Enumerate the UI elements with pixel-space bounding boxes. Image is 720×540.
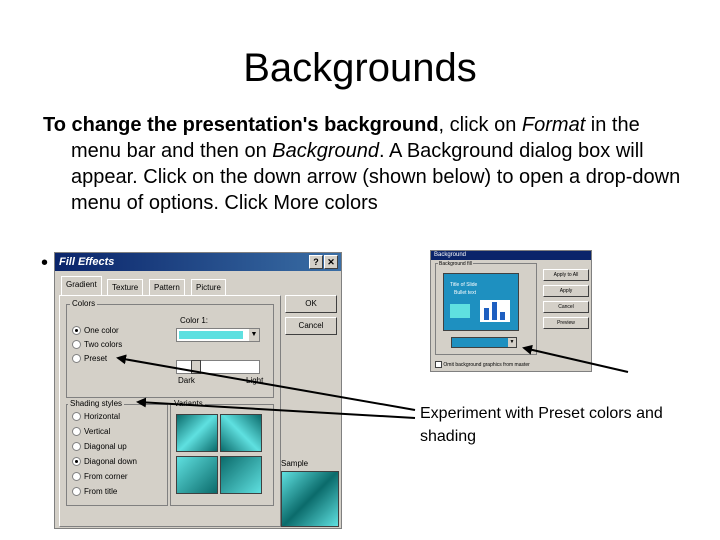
arrow-to-preset	[116, 354, 416, 411]
arrow-to-dropdown	[522, 344, 629, 373]
annotation-arrows	[116, 344, 629, 419]
arrow-to-shading	[136, 397, 416, 419]
